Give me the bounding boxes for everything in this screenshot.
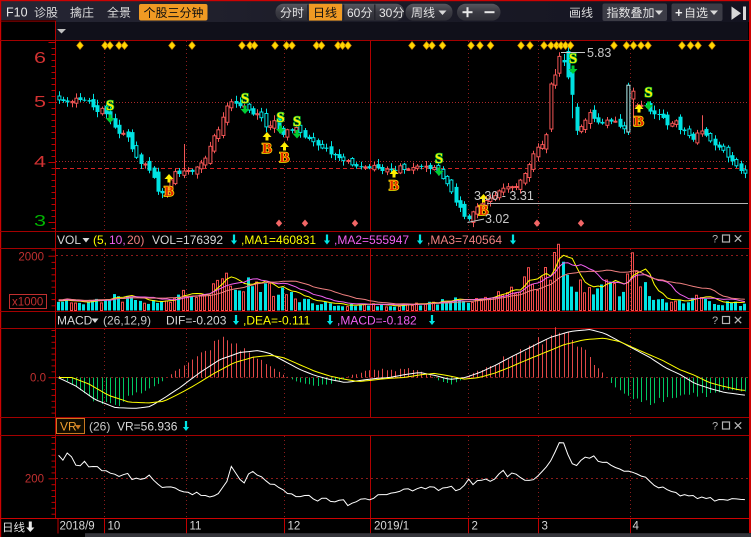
svg-text:10: 10 [108,521,121,533]
svg-text:VOL: VOL [57,233,81,247]
svg-text:,MA3=740564: ,MA3=740564 [427,233,502,247]
svg-text:B: B [164,184,174,200]
svg-text:30: 30 [379,6,393,20]
svg-text:0.0: 0.0 [30,373,46,385]
svg-text:4: 4 [633,521,640,533]
svg-text:S: S [276,110,284,126]
svg-text:3.30 - 3.31: 3.30 - 3.31 [474,189,534,203]
svg-text:S: S [106,98,114,114]
svg-text:200: 200 [25,474,44,486]
svg-text:S: S [435,151,443,167]
svg-text:?: ? [712,234,718,246]
svg-text:+: + [675,5,683,20]
svg-text:5.83: 5.83 [587,46,611,60]
svg-text:,DEA=-0.111: ,DEA=-0.111 [243,314,311,328]
svg-text:12: 12 [288,521,301,533]
svg-text:2000: 2000 [18,252,44,264]
svg-text:11: 11 [190,521,202,533]
svg-text:(26,12,9): (26,12,9) [103,314,151,328]
svg-text:?: ? [712,421,718,433]
svg-text:6: 6 [34,50,46,67]
svg-text:S: S [644,85,652,101]
svg-text:(5,: (5, [93,233,107,247]
svg-text:,MA2=555947: ,MA2=555947 [334,233,409,247]
svg-text:2019/1: 2019/1 [374,521,409,533]
svg-text:F10: F10 [6,6,28,20]
svg-text:S: S [241,91,249,107]
svg-text:(26): (26) [89,420,110,434]
svg-text:,MA1=460831: ,MA1=460831 [241,233,316,247]
svg-text:5: 5 [34,94,46,111]
svg-text:3: 3 [34,213,46,230]
svg-text:?: ? [712,315,718,327]
svg-text:S: S [569,51,577,67]
svg-text:2018/9: 2018/9 [60,521,95,533]
svg-text:60: 60 [347,6,361,20]
svg-text:VR=56.936: VR=56.936 [117,420,178,434]
svg-text:x1000: x1000 [12,297,43,309]
svg-text:20): 20) [127,233,144,247]
svg-text:VR: VR [60,420,77,434]
svg-text:DIF=-0.203: DIF=-0.203 [166,314,227,328]
svg-text:MACD: MACD [57,314,93,328]
svg-text:4: 4 [34,154,47,171]
svg-text:S: S [293,114,301,130]
svg-text:2: 2 [472,521,478,533]
svg-text:B: B [262,141,272,157]
svg-text:10,: 10, [109,233,126,247]
svg-text:VOL=176392: VOL=176392 [152,233,223,247]
svg-text:,MACD=-0.182: ,MACD=-0.182 [337,314,417,328]
svg-text:3: 3 [542,521,548,533]
svg-text:B: B [634,114,644,130]
svg-text:B: B [279,150,289,166]
svg-text:3.02: 3.02 [485,212,509,226]
svg-text:B: B [389,178,399,194]
